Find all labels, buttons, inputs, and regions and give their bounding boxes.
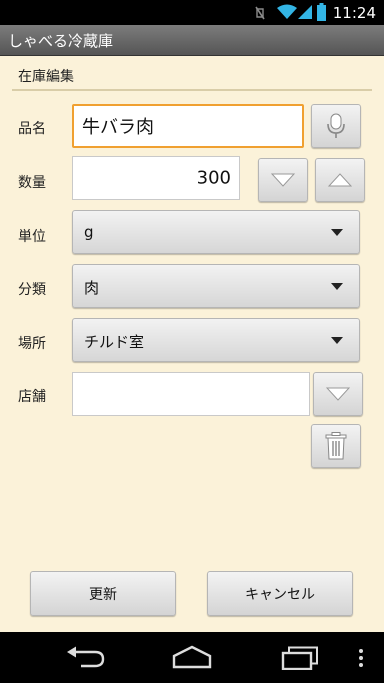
clock: 11:24: [332, 4, 376, 22]
wifi-icon: [277, 4, 297, 19]
store-dropdown-button[interactable]: [313, 372, 363, 416]
app-title-bar: しゃべる冷蔵庫: [0, 25, 384, 56]
category-label: 分類: [18, 282, 46, 298]
update-button[interactable]: 更新: [30, 571, 176, 616]
unit-label: 単位: [18, 229, 46, 245]
name-label: 品名: [18, 121, 46, 137]
system-nav-bar: [0, 632, 384, 683]
location-label: 場所: [18, 336, 46, 352]
name-input[interactable]: 牛バラ肉: [72, 104, 304, 148]
voice-input-button[interactable]: [311, 104, 361, 148]
section-header: 在庫編集: [0, 56, 384, 92]
store-label: 店舗: [18, 389, 46, 405]
quantity-input[interactable]: 300: [72, 156, 240, 200]
signal-icon: [298, 5, 312, 19]
category-value: 肉: [84, 279, 100, 297]
section-title: 在庫編集: [18, 69, 74, 85]
dropdown-arrow-icon: [331, 229, 343, 236]
quantity-increment-button[interactable]: [315, 158, 365, 202]
unit-value: g: [84, 223, 94, 241]
dropdown-arrow-icon: [331, 337, 343, 344]
location-value: チルド室: [84, 333, 145, 351]
unit-select[interactable]: g: [72, 210, 360, 254]
app-title: しゃべる冷蔵庫: [8, 32, 114, 50]
dropdown-arrow-icon: [331, 283, 343, 290]
triangle-down-icon: [271, 173, 295, 187]
name-value: 牛バラ肉: [82, 117, 154, 138]
trash-icon: [325, 432, 347, 460]
triangle-up-icon: [328, 173, 352, 187]
category-select[interactable]: 肉: [72, 264, 360, 308]
overflow-menu-icon[interactable]: [358, 648, 364, 668]
update-button-label: 更新: [89, 586, 117, 603]
quantity-label: 数量: [18, 175, 46, 191]
vibrate-muted-icon: [255, 6, 265, 20]
delete-button[interactable]: [311, 424, 361, 468]
quantity-value: 300: [196, 167, 231, 189]
microphone-icon: [327, 113, 345, 138]
quantity-decrement-button[interactable]: [258, 158, 308, 202]
section-divider: [12, 89, 372, 91]
cancel-button-label: キャンセル: [245, 586, 315, 603]
battery-icon: [317, 3, 326, 21]
back-icon[interactable]: [65, 646, 105, 668]
home-icon[interactable]: [172, 645, 212, 669]
cancel-button[interactable]: キャンセル: [207, 571, 353, 616]
status-bar: 11:24: [0, 0, 384, 25]
triangle-down-icon: [326, 387, 350, 401]
store-input[interactable]: [72, 372, 310, 416]
recent-apps-icon[interactable]: [281, 646, 319, 670]
location-select[interactable]: チルド室: [72, 318, 360, 362]
